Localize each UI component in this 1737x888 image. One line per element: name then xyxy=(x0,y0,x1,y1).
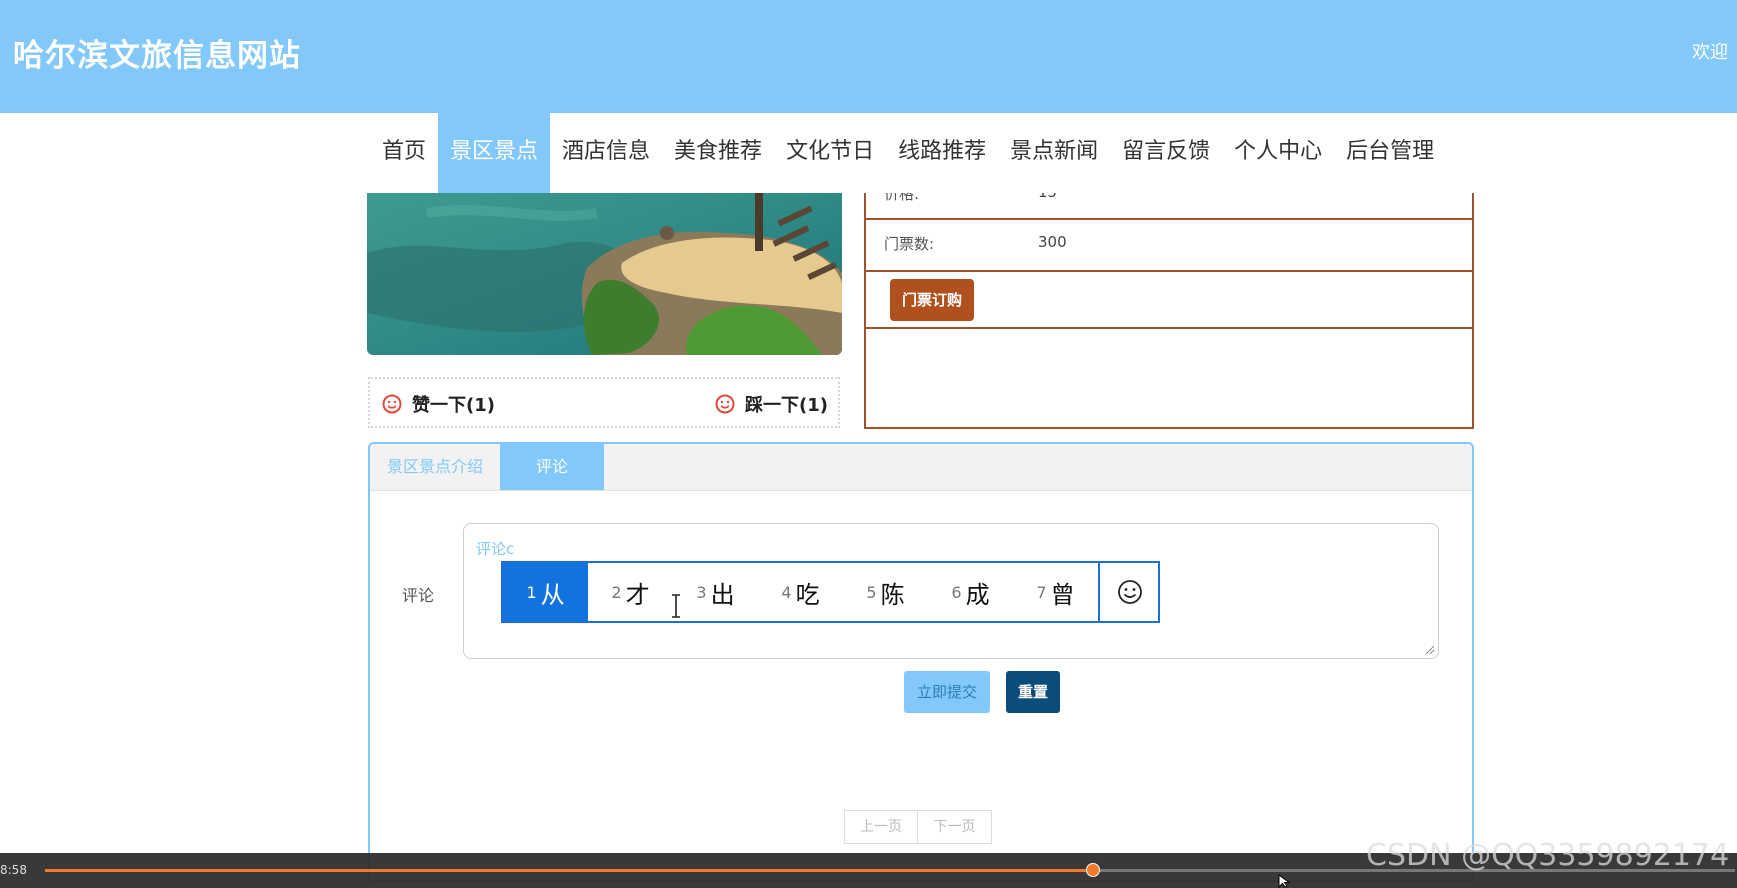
price-label: 价格: xyxy=(884,193,920,203)
info-row-price: 价格: 15 xyxy=(866,193,1472,220)
ime-candidate-bar: 1从 2才 3出 4吃 5陈 6成 7曾 xyxy=(501,561,1160,623)
submit-button[interactable]: 立即提交 xyxy=(904,671,990,713)
video-progress-handle[interactable] xyxy=(1085,863,1100,877)
scenic-photo-image xyxy=(367,193,842,355)
nav-item-news[interactable]: 景点新闻 xyxy=(998,113,1110,193)
tickets-label: 门票数: xyxy=(884,235,935,253)
reset-button[interactable]: 重置 xyxy=(1006,671,1060,713)
nav-item-home[interactable]: 首页 xyxy=(370,113,438,193)
ime-candidate[interactable]: 5陈 xyxy=(843,563,928,621)
ime-candidate[interactable]: 3出 xyxy=(673,563,758,621)
site-header: 哈尔滨文旅信息网站 欢迎 xyxy=(0,0,1737,113)
ime-candidate[interactable]: 7曾 xyxy=(1013,563,1098,621)
like-label: 赞一下(1) xyxy=(412,395,495,416)
tab-comment[interactable]: 评论 xyxy=(500,444,604,490)
ime-candidate[interactable]: 2才 xyxy=(588,563,673,621)
main-nav: 首页 景区景点 酒店信息 美食推荐 文化节日 线路推荐 景点新闻 留言反馈 个人… xyxy=(370,113,1446,193)
price-value: 15 xyxy=(1038,193,1057,201)
dislike-button[interactable]: 踩一下(1) xyxy=(715,391,828,417)
smiley-icon xyxy=(715,394,735,414)
nav-item-user-center[interactable]: 个人中心 xyxy=(1222,113,1334,193)
ime-candidate[interactable]: 1从 xyxy=(503,563,588,621)
site-title[interactable]: 哈尔滨文旅信息网站 xyxy=(13,30,301,75)
ime-candidate[interactable]: 4吃 xyxy=(758,563,843,621)
vote-panel: 赞一下(1) 踩一下(1) xyxy=(368,377,840,428)
nav-item-food[interactable]: 美食推荐 xyxy=(662,113,774,193)
comment-label: 评论 xyxy=(402,586,435,605)
smiley-icon xyxy=(382,394,402,414)
welcome-text: 欢迎 xyxy=(1692,42,1728,63)
nav-item-scenic-spots[interactable]: 景区景点 xyxy=(438,113,551,193)
like-button[interactable]: 赞一下(1) xyxy=(382,391,495,417)
text-cursor-icon xyxy=(672,594,680,618)
prev-page-button[interactable]: 上一页 xyxy=(844,810,918,844)
tickets-value: 300 xyxy=(1038,233,1067,251)
smiley-icon xyxy=(1118,580,1142,604)
ime-emoji-button[interactable] xyxy=(1098,563,1160,621)
video-progress-played xyxy=(45,869,1093,872)
info-row-tickets: 门票数: 300 xyxy=(866,218,1472,272)
tab-intro[interactable]: 景区景点介绍 xyxy=(370,444,500,490)
next-page-button[interactable]: 下一页 xyxy=(918,810,992,844)
comment-input-text: 评论c xyxy=(476,540,515,558)
watermark: CSDN @QQ3359892174 xyxy=(1366,838,1730,873)
nav-item-routes[interactable]: 线路推荐 xyxy=(886,113,998,193)
buy-ticket-button[interactable]: 门票订购 xyxy=(890,279,974,321)
video-time: 8:58 xyxy=(0,863,27,877)
mouse-pointer-icon xyxy=(1278,874,1291,888)
dislike-label: 踩一下(1) xyxy=(745,395,828,416)
nav-item-hotels[interactable]: 酒店信息 xyxy=(550,113,662,193)
nav-item-feedback[interactable]: 留言反馈 xyxy=(1110,113,1222,193)
pagination: 上一页 下一页 xyxy=(844,810,992,844)
scenic-photo xyxy=(367,193,842,355)
nav-item-festivals[interactable]: 文化节日 xyxy=(774,113,886,193)
tabs-header: 景区景点介绍 评论 xyxy=(370,444,1472,491)
resize-grip-icon[interactable] xyxy=(1425,645,1435,655)
nav-item-admin[interactable]: 后台管理 xyxy=(1334,113,1446,193)
ime-candidate[interactable]: 6成 xyxy=(928,563,1013,621)
scenic-info-table: 价格: 15 门票数: 300 门票订购 xyxy=(864,193,1474,429)
